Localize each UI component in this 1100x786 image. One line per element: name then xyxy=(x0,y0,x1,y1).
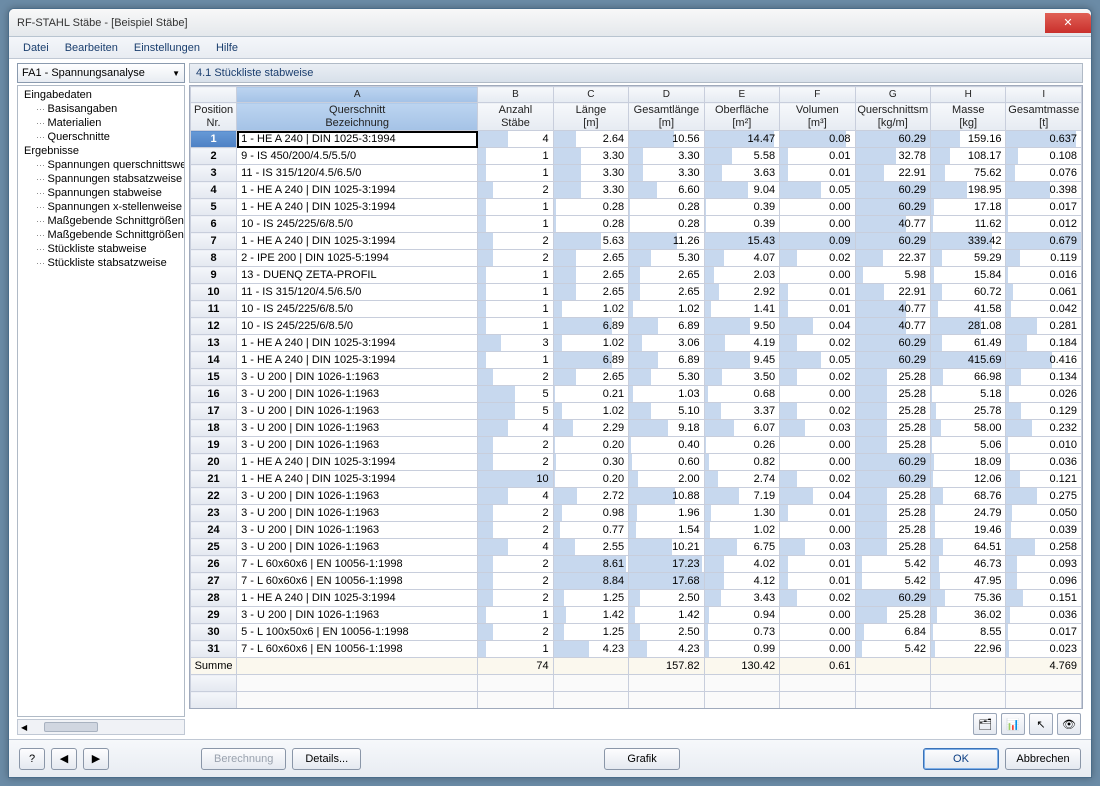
help-icon: ? xyxy=(29,753,35,765)
prev-icon: ◀ xyxy=(60,752,68,765)
menu-einstellungen[interactable]: Einstellungen xyxy=(126,39,208,57)
table-row[interactable]: 1210 - IS 245/225/6/8.5/016.896.899.500.… xyxy=(191,318,1082,335)
berechnung-button[interactable]: Berechnung xyxy=(201,748,286,770)
tree-item[interactable]: Spannungen querschnittsweise xyxy=(18,158,184,172)
menu-hilfe[interactable]: Hilfe xyxy=(208,39,246,57)
table-row[interactable]: 163 - U 200 | DIN 1026-1:196350.211.030.… xyxy=(191,386,1082,403)
grafik-button[interactable]: Grafik xyxy=(604,748,680,770)
table-row[interactable]: 317 - L 60x60x6 | EN 10056-1:199814.234.… xyxy=(191,641,1082,658)
table-row[interactable]: 211 - HE A 240 | DIN 1025-3:1994100.202.… xyxy=(191,471,1082,488)
tree-group[interactable]: Eingabedaten xyxy=(18,88,184,102)
pointer-icon: ↖ xyxy=(1036,718,1045,731)
prev-button[interactable]: ◀ xyxy=(51,748,77,770)
window-controls: ✕ xyxy=(1043,13,1091,33)
table-row[interactable]: 311 - IS 315/120/4.5/6.5/013.303.303.630… xyxy=(191,165,1082,182)
table-row[interactable]: 223 - U 200 | DIN 1026-1:196342.7210.887… xyxy=(191,488,1082,505)
content: FA1 - Spannungsanalyse ▼ EingabedatenBas… xyxy=(9,59,1091,739)
table-row[interactable]: 141 - HE A 240 | DIN 1025-3:199416.896.8… xyxy=(191,352,1082,369)
table-row[interactable]: 193 - U 200 | DIN 1026-1:196320.200.400.… xyxy=(191,437,1082,454)
table-row[interactable]: 173 - U 200 | DIN 1026-1:196351.025.103.… xyxy=(191,403,1082,420)
table-row[interactable]: 281 - HE A 240 | DIN 1025-3:199421.252.5… xyxy=(191,590,1082,607)
titlebar: RF-STAHL Stäbe - [Beispiel Stäbe] ✕ xyxy=(9,9,1091,37)
tree-item[interactable]: Stückliste stabsatzweise xyxy=(18,256,184,270)
footer: ? ◀ ▶ Berechnung Details... Grafik OK Ab… xyxy=(9,739,1091,777)
tree-item[interactable]: Maßgebende Schnittgrößen sta xyxy=(18,214,184,228)
left-panel: FA1 - Spannungsanalyse ▼ EingabedatenBas… xyxy=(17,63,185,735)
filter-button[interactable]: 🗂 xyxy=(973,713,997,735)
menubar: Datei Bearbeiten Einstellungen Hilfe xyxy=(9,37,1091,59)
table-row[interactable]: 243 - U 200 | DIN 1026-1:196320.771.541.… xyxy=(191,522,1082,539)
grid-toolbar: 🗂 📊 ↖ 👁 xyxy=(189,709,1083,735)
panel-title: 4.1 Stückliste stabweise xyxy=(189,63,1083,83)
table-row[interactable]: 267 - L 60x60x6 | EN 10056-1:199828.6117… xyxy=(191,556,1082,573)
table-row[interactable]: 183 - U 200 | DIN 1026-1:196342.299.186.… xyxy=(191,420,1082,437)
h-scrollbar[interactable]: ◀ xyxy=(17,719,185,735)
tree-item[interactable]: Spannungen stabweise xyxy=(18,186,184,200)
next-button[interactable]: ▶ xyxy=(83,748,109,770)
tree-item[interactable]: Basisangaben xyxy=(18,102,184,116)
table-row[interactable]: 293 - U 200 | DIN 1026-1:196311.421.420.… xyxy=(191,607,1082,624)
ok-button[interactable]: OK xyxy=(923,748,999,770)
chevron-down-icon: ▼ xyxy=(172,69,180,78)
details-button[interactable]: Details... xyxy=(292,748,361,770)
tree-group[interactable]: Ergebnisse xyxy=(18,144,184,158)
view-button[interactable]: 👁 xyxy=(1057,713,1081,735)
help-button[interactable]: ? xyxy=(19,748,45,770)
tree-item[interactable]: Querschnitte xyxy=(18,130,184,144)
table-row[interactable]: 71 - HE A 240 | DIN 1025-3:199425.6311.2… xyxy=(191,233,1082,250)
tree-item[interactable]: Maßgebende Schnittgrößen sta xyxy=(18,228,184,242)
table-row[interactable]: 82 - IPE 200 | DIN 1025-5:199422.655.304… xyxy=(191,250,1082,267)
right-panel: 4.1 Stückliste stabweise ABCDEFGHIPositi… xyxy=(189,63,1083,735)
table-row[interactable]: 1110 - IS 245/225/6/8.5/011.021.021.410.… xyxy=(191,301,1082,318)
nav-tree[interactable]: EingabedatenBasisangabenMaterialienQuers… xyxy=(17,85,185,717)
filter-icon: 🗂 xyxy=(978,718,992,731)
pick-button[interactable]: ↖ xyxy=(1029,713,1053,735)
combo-value: FA1 - Spannungsanalyse xyxy=(22,67,145,79)
table-row[interactable]: 11 - HE A 240 | DIN 1025-3:199442.6410.5… xyxy=(191,131,1082,148)
table-row[interactable]: 29 - IS 450/200/4.5/5.5/013.303.305.580.… xyxy=(191,148,1082,165)
table-row[interactable]: 51 - HE A 240 | DIN 1025-3:199410.280.28… xyxy=(191,199,1082,216)
table-row[interactable]: 253 - U 200 | DIN 1026-1:196342.5510.216… xyxy=(191,539,1082,556)
table-row[interactable]: 131 - HE A 240 | DIN 1025-3:199431.023.0… xyxy=(191,335,1082,352)
export-icon: 📊 xyxy=(1006,718,1020,731)
tree-item[interactable]: Stückliste stabweise xyxy=(18,242,184,256)
table-row[interactable]: 277 - L 60x60x6 | EN 10056-1:199828.8417… xyxy=(191,573,1082,590)
table-row[interactable]: 1011 - IS 315/120/4.5/6.5/012.652.652.92… xyxy=(191,284,1082,301)
menu-bearbeiten[interactable]: Bearbeiten xyxy=(57,39,126,57)
next-icon: ▶ xyxy=(92,752,100,765)
tree-item[interactable]: Materialien xyxy=(18,116,184,130)
table-row[interactable]: 153 - U 200 | DIN 1026-1:196322.655.303.… xyxy=(191,369,1082,386)
eye-icon: 👁 xyxy=(1062,718,1076,731)
window-title: RF-STAHL Stäbe - [Beispiel Stäbe] xyxy=(17,17,188,29)
tree-item[interactable]: Spannungen x-stellenweise xyxy=(18,200,184,214)
table-row[interactable]: 41 - HE A 240 | DIN 1025-3:199423.306.60… xyxy=(191,182,1082,199)
tree-item[interactable]: Spannungen stabsatzweise xyxy=(18,172,184,186)
scroll-thumb[interactable] xyxy=(44,722,98,732)
app-window: RF-STAHL Stäbe - [Beispiel Stäbe] ✕ Date… xyxy=(8,8,1092,778)
table-row[interactable]: 913 - DUENQ ZETA-PROFIL12.652.652.030.00… xyxy=(191,267,1082,284)
abbrechen-button[interactable]: Abbrechen xyxy=(1005,748,1081,770)
close-icon: ✕ xyxy=(1063,16,1072,29)
sum-row: Summe74157.82130.420.614.769 xyxy=(191,658,1082,675)
table-row[interactable]: 305 - L 100x50x6 | EN 10056-1:199821.252… xyxy=(191,624,1082,641)
grid[interactable]: ABCDEFGHIPositionNr.QuerschnittBezeichnu… xyxy=(189,85,1083,709)
table-row[interactable]: 610 - IS 245/225/6/8.5/010.280.280.390.0… xyxy=(191,216,1082,233)
table-row[interactable]: 233 - U 200 | DIN 1026-1:196320.981.961.… xyxy=(191,505,1082,522)
menu-datei[interactable]: Datei xyxy=(15,39,57,57)
loadcase-combo[interactable]: FA1 - Spannungsanalyse ▼ xyxy=(17,63,185,83)
close-button[interactable]: ✕ xyxy=(1045,13,1091,33)
export-button[interactable]: 📊 xyxy=(1001,713,1025,735)
table-row[interactable]: 201 - HE A 240 | DIN 1025-3:199420.300.6… xyxy=(191,454,1082,471)
